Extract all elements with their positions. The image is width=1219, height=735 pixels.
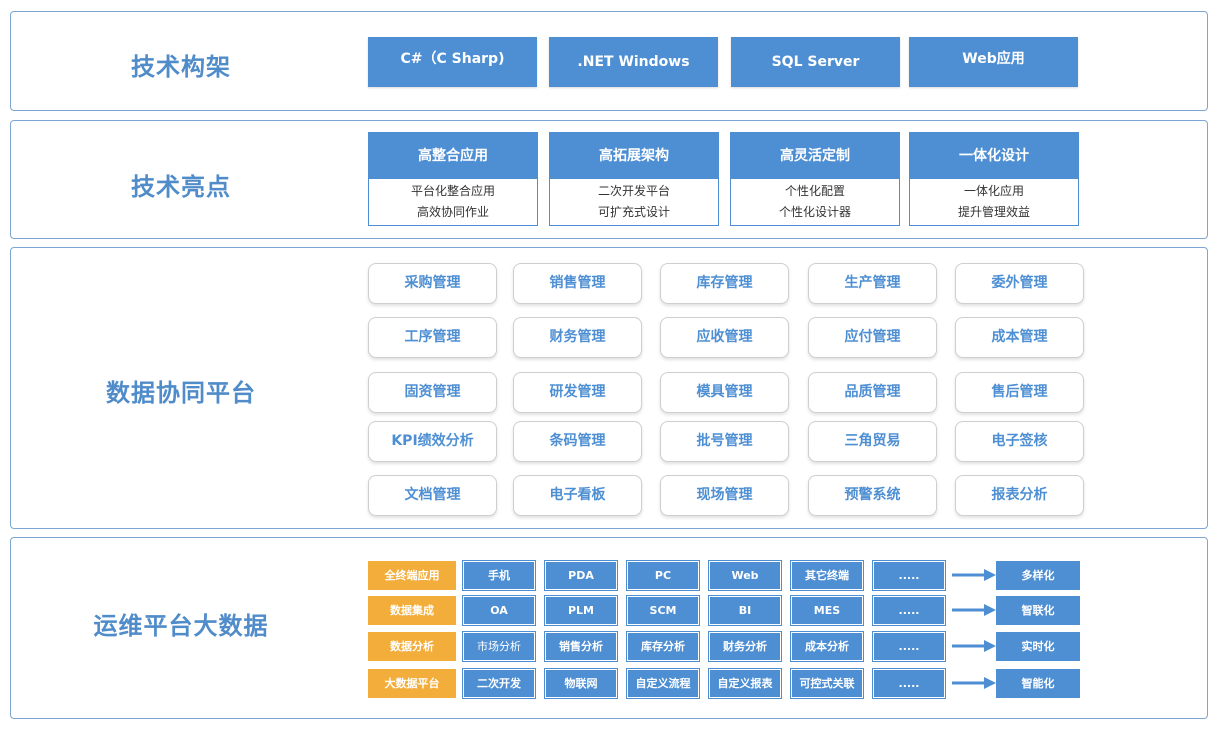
highlight-line: 二次开发平台	[597, 184, 670, 198]
highlight-line: 个性化配置	[784, 184, 845, 198]
highlight-line: 高效协同作业	[416, 205, 489, 219]
tech-item-csharp: C#（C Sharp)	[368, 37, 537, 87]
highlight-head: 一体化设计	[910, 133, 1078, 179]
arrow-right-icon	[952, 640, 996, 652]
module-item: 库存管理	[660, 263, 789, 304]
ops-cell: 库存分析	[626, 631, 700, 662]
module-item: 电子签核	[955, 421, 1084, 462]
module-item: 批号管理	[660, 421, 789, 462]
tech-stack-panel: 技术构架 C#（C Sharp) .NET Windows SQL Server…	[10, 11, 1208, 111]
tech-item-sqlserver: SQL Server	[731, 37, 900, 87]
arrow-right-icon	[952, 677, 996, 689]
highlight-card-integration: 高整合应用 平台化整合应用 高效协同作业	[368, 132, 538, 226]
ops-cell: 手机	[462, 560, 536, 591]
ops-cell: PLM	[544, 595, 618, 626]
ops-cell: SCM	[626, 595, 700, 626]
arrow-right-icon	[952, 569, 996, 581]
highlight-line: 一体化应用	[963, 184, 1024, 198]
ops-result: 智能化	[996, 669, 1080, 698]
ops-cell: Web	[708, 560, 782, 591]
module-item: 财务管理	[513, 317, 642, 358]
ops-cell: BI	[708, 595, 782, 626]
ops-cell: .....	[872, 631, 946, 662]
module-item: 生产管理	[808, 263, 937, 304]
ops-cell: 自定义报表	[708, 668, 782, 699]
data-platform-title: 数据协同平台	[106, 379, 256, 407]
ops-cell: PDA	[544, 560, 618, 591]
ops-cell: 自定义流程	[626, 668, 700, 699]
ops-cell: 可控式关联	[790, 668, 864, 699]
module-item: 销售管理	[513, 263, 642, 304]
module-item: 固资管理	[368, 372, 497, 413]
ops-cell: 物联网	[544, 668, 618, 699]
module-item: 售后管理	[955, 372, 1084, 413]
data-platform-panel: 数据协同平台 采购管理 销售管理 库存管理 生产管理 委外管理工序管理 财务管理 应收管理应…	[10, 247, 1208, 529]
ops-row-label: 数据集成	[368, 596, 456, 625]
module-item: 电子看板	[513, 475, 642, 516]
module-item: 采购管理	[368, 263, 497, 304]
highlight-card-customization: 高灵活定制 个性化配置 个性化设计器	[730, 132, 900, 226]
ops-result: 多样化	[996, 561, 1080, 590]
ops-row-label: 数据分析	[368, 632, 456, 661]
highlight-line: 可扩充式设计	[597, 205, 670, 219]
highlight-card-unified: 一体化设计 一体化应用 提升管理效益	[909, 132, 1079, 226]
ops-cell: 销售分析	[544, 631, 618, 662]
highlight-head: 高整合应用	[369, 133, 537, 179]
ops-result: 实时化	[996, 632, 1080, 661]
ops-cell: 其它终端	[790, 560, 864, 591]
highlight-line: 提升管理效益	[957, 205, 1030, 219]
highlight-line: 个性化设计器	[778, 205, 851, 219]
ops-cell: 市场分析	[462, 631, 536, 662]
ops-cell: OA	[462, 595, 536, 626]
arrow-right-icon	[952, 604, 996, 616]
ops-row-label: 大数据平台	[368, 669, 456, 698]
module-item: 应收管理	[660, 317, 789, 358]
module-item: 工序管理	[368, 317, 497, 358]
ops-cell: 二次开发	[462, 668, 536, 699]
ops-platform-panel: 运维平台大数据 全终端应用 手机 PDA PC Web 其它终端..... 多样化数据集成 O…	[10, 537, 1208, 719]
module-item: 报表分析	[955, 475, 1084, 516]
module-item: KPI绩效分析	[368, 421, 497, 462]
ops-result: 智联化	[996, 596, 1080, 625]
module-item: 条码管理	[513, 421, 642, 462]
ops-cell: .....	[872, 668, 946, 699]
highlight-line: 平台化整合应用	[410, 184, 495, 198]
ops-cell: 成本分析	[790, 631, 864, 662]
ops-row-label: 全终端应用	[368, 561, 456, 590]
highlights-title: 技术亮点	[131, 173, 231, 201]
highlight-head: 高灵活定制	[731, 133, 899, 179]
ops-cell: PC	[626, 560, 700, 591]
highlight-card-extensibility: 高拓展架构 二次开发平台 可扩充式设计	[549, 132, 719, 226]
ops-cell: .....	[872, 595, 946, 626]
tech-item-web: Web应用	[909, 37, 1078, 87]
ops-cell: 财务分析	[708, 631, 782, 662]
ops-cell: .....	[872, 560, 946, 591]
ops-cell: MES	[790, 595, 864, 626]
module-item: 模具管理	[660, 372, 789, 413]
module-item: 文档管理	[368, 475, 497, 516]
highlights-panel: 技术亮点 高整合应用 平台化整合应用 高效协同作业 高拓展架构 二次开发平台 可…	[10, 120, 1208, 239]
tech-stack-title: 技术构架	[131, 53, 231, 81]
ops-platform-title: 运维平台大数据	[93, 612, 269, 640]
module-item: 品质管理	[808, 372, 937, 413]
module-item: 预警系统	[808, 475, 937, 516]
module-item: 三角贸易	[808, 421, 937, 462]
tech-item-dotnet: .NET Windows	[549, 37, 718, 87]
module-item: 现场管理	[660, 475, 789, 516]
module-item: 应付管理	[808, 317, 937, 358]
module-item: 研发管理	[513, 372, 642, 413]
highlight-head: 高拓展架构	[550, 133, 718, 179]
module-item: 委外管理	[955, 263, 1084, 304]
module-item: 成本管理	[955, 317, 1084, 358]
